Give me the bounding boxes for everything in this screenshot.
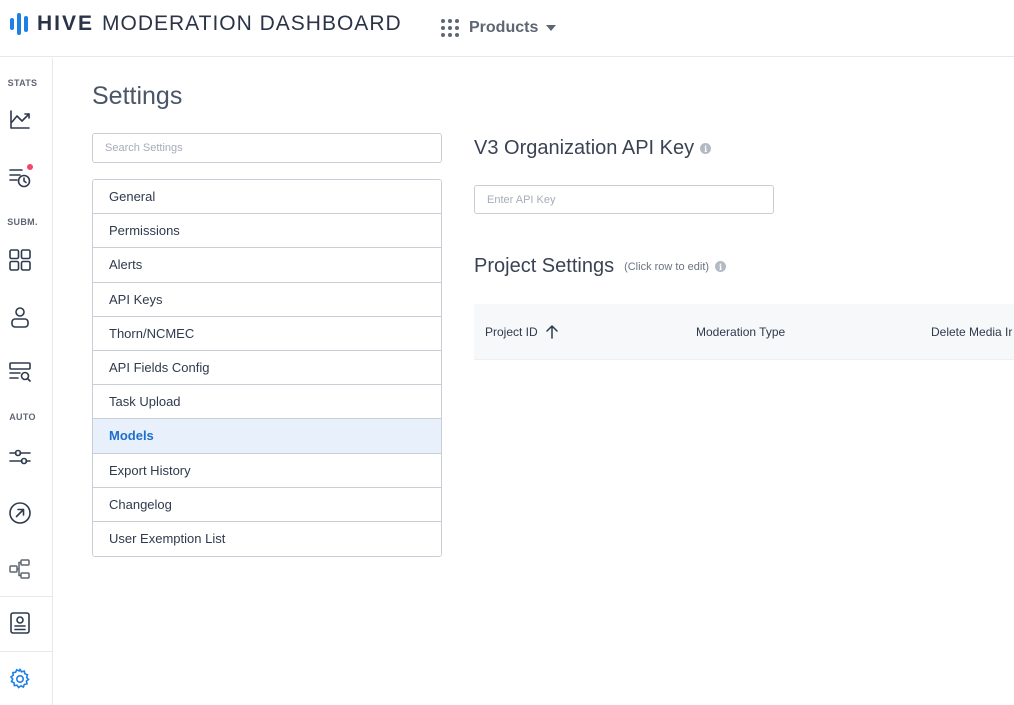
api-key-section-title: V3 Organization API Key i xyxy=(474,137,712,160)
project-settings-hint: (Click row to edit) xyxy=(624,260,710,273)
search-list-icon[interactable] xyxy=(8,360,32,384)
api-key-input[interactable] xyxy=(474,185,774,214)
menu-item-permissions[interactable]: Permissions xyxy=(93,214,441,249)
page-title: Settings xyxy=(92,82,183,110)
caret-down-icon xyxy=(546,25,557,31)
queue-clock-icon[interactable] xyxy=(8,164,33,189)
menu-item-export-history[interactable]: Export History xyxy=(93,453,441,488)
column-label: Delete Media Ir xyxy=(931,325,1013,339)
arrow-circle-icon[interactable] xyxy=(8,501,32,525)
rail-section-stats: STATS xyxy=(7,78,38,88)
settings-menu: General Permissions Alerts API Keys Thor… xyxy=(92,179,442,558)
flow-icon[interactable] xyxy=(8,557,32,581)
top-bar: HIVE MODERATION DASHBOARD Products xyxy=(0,0,1014,57)
search-settings-input[interactable] xyxy=(92,133,442,163)
column-label: Project ID xyxy=(485,325,538,339)
hive-logo-icon xyxy=(10,13,28,35)
column-project-id[interactable]: Project ID xyxy=(485,304,558,360)
notification-dot xyxy=(27,164,33,170)
products-dropdown[interactable]: Products xyxy=(441,16,557,40)
grid-icon[interactable] xyxy=(8,248,32,272)
info-icon[interactable]: i xyxy=(700,143,712,154)
column-moderation-type[interactable]: Moderation Type xyxy=(696,304,785,360)
products-label: Products xyxy=(469,19,539,36)
menu-item-general[interactable]: General xyxy=(93,180,441,215)
rail-divider xyxy=(0,596,53,597)
menu-item-task-upload[interactable]: Task Upload xyxy=(93,385,441,420)
menu-item-models[interactable]: Models xyxy=(93,419,441,454)
column-label: Moderation Type xyxy=(696,325,786,339)
rail-divider-2 xyxy=(0,651,53,652)
menu-item-api-keys[interactable]: API Keys xyxy=(93,282,441,317)
api-key-title: V3 Organization API Key xyxy=(474,137,695,159)
apps-grid-icon xyxy=(441,19,459,37)
sort-ascending-icon xyxy=(545,325,558,339)
logo-brand: HIVE xyxy=(37,12,95,35)
rail-section-auto: AUTO xyxy=(9,412,36,422)
sliders-icon[interactable] xyxy=(8,445,32,469)
column-delete-media[interactable]: Delete Media Ir xyxy=(931,304,1012,360)
left-rail: STATS SUBM. AUTO xyxy=(0,58,53,705)
project-settings-title: Project Settings xyxy=(474,255,615,277)
user-icon[interactable] xyxy=(8,305,32,329)
hive-logo[interactable]: HIVE MODERATION DASHBOARD xyxy=(10,11,402,37)
project-settings-header: Project Settings (Click row to edit) i xyxy=(474,255,727,278)
project-table-header: Project ID Moderation Type Delete Media … xyxy=(474,304,1014,360)
menu-item-alerts[interactable]: Alerts xyxy=(93,248,441,283)
info-icon[interactable]: i xyxy=(715,261,727,272)
menu-item-changelog[interactable]: Changelog xyxy=(93,487,441,522)
menu-item-thorn-ncmec[interactable]: Thorn/NCMEC xyxy=(93,316,441,351)
badge-document-icon[interactable] xyxy=(8,611,32,635)
rail-section-subm: SUBM. xyxy=(7,217,38,227)
chart-trend-icon[interactable] xyxy=(8,108,32,132)
menu-item-api-fields-config[interactable]: API Fields Config xyxy=(93,350,441,386)
menu-item-user-exemption-list[interactable]: User Exemption List xyxy=(93,521,441,557)
logo-title: MODERATION DASHBOARD xyxy=(102,12,402,35)
gear-icon[interactable] xyxy=(8,667,32,691)
